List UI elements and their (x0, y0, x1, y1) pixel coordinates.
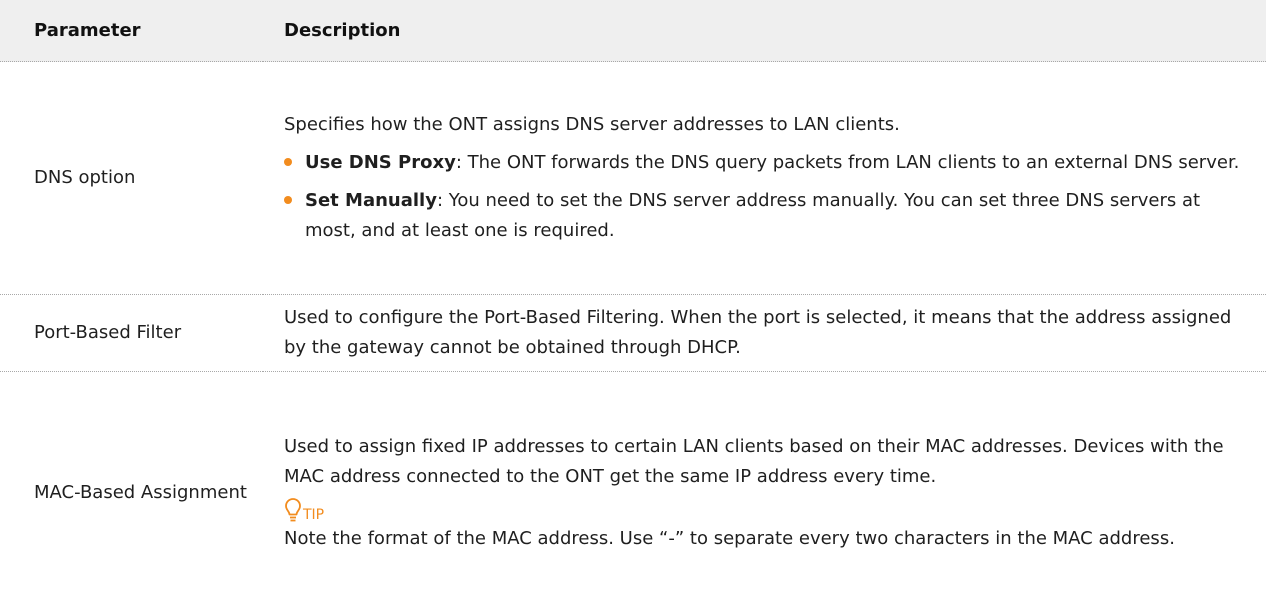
bullet-item: Set Manually: You need to set the DNS se… (284, 186, 1250, 246)
bullet-dot-icon (284, 196, 292, 204)
bullet-text: : You need to set the DNS server address… (305, 190, 1201, 241)
parameter-name: MAC-Based Assignment (34, 481, 247, 503)
table-row-dns-option: DNS option Specifies how the ONT assigns… (0, 61, 1266, 295)
bullet-term: Use DNS Proxy (305, 152, 456, 173)
bullet-dot-icon (284, 158, 292, 166)
description-text: Used to assign fixed IP addresses to cer… (284, 435, 1224, 487)
bullet-term: Set Manually (305, 190, 437, 211)
parameter-description: Specifies how the ONT assigns DNS server… (263, 61, 1266, 295)
table-row-mac-based-assignment: MAC-Based Assignment Used to assign fixe… (0, 372, 1266, 614)
description-intro: Specifies how the ONT assigns DNS server… (284, 114, 900, 135)
parameter-name: DNS option (0, 61, 263, 295)
bullet-text: : The ONT forwards the DNS query packets… (455, 152, 1240, 173)
parameter-description: Used to configure the Port-Based Filteri… (263, 294, 1266, 372)
tip-label: TIP (303, 506, 325, 523)
parameter-column-header: Parameter (0, 0, 263, 62)
lightbulb-icon (284, 497, 302, 524)
parameter-table: Parameter Description DNS option Specifi… (0, 0, 1266, 614)
table-header-row: Parameter Description (0, 0, 1266, 62)
tip-heading: TIP (284, 494, 1250, 524)
bullet-item: Use DNS Proxy: The ONT forwards the DNS … (284, 148, 1250, 178)
parameter-name: Port-Based Filter (0, 294, 263, 372)
tip-text: Note the format of the MAC address. Use … (284, 527, 1175, 549)
table-row-port-based-filter: Port-Based Filter Used to configure the … (0, 294, 1266, 372)
description-column-header: Description (263, 0, 1266, 62)
parameter-description: Used to assign fixed IP addresses to cer… (263, 372, 1266, 614)
